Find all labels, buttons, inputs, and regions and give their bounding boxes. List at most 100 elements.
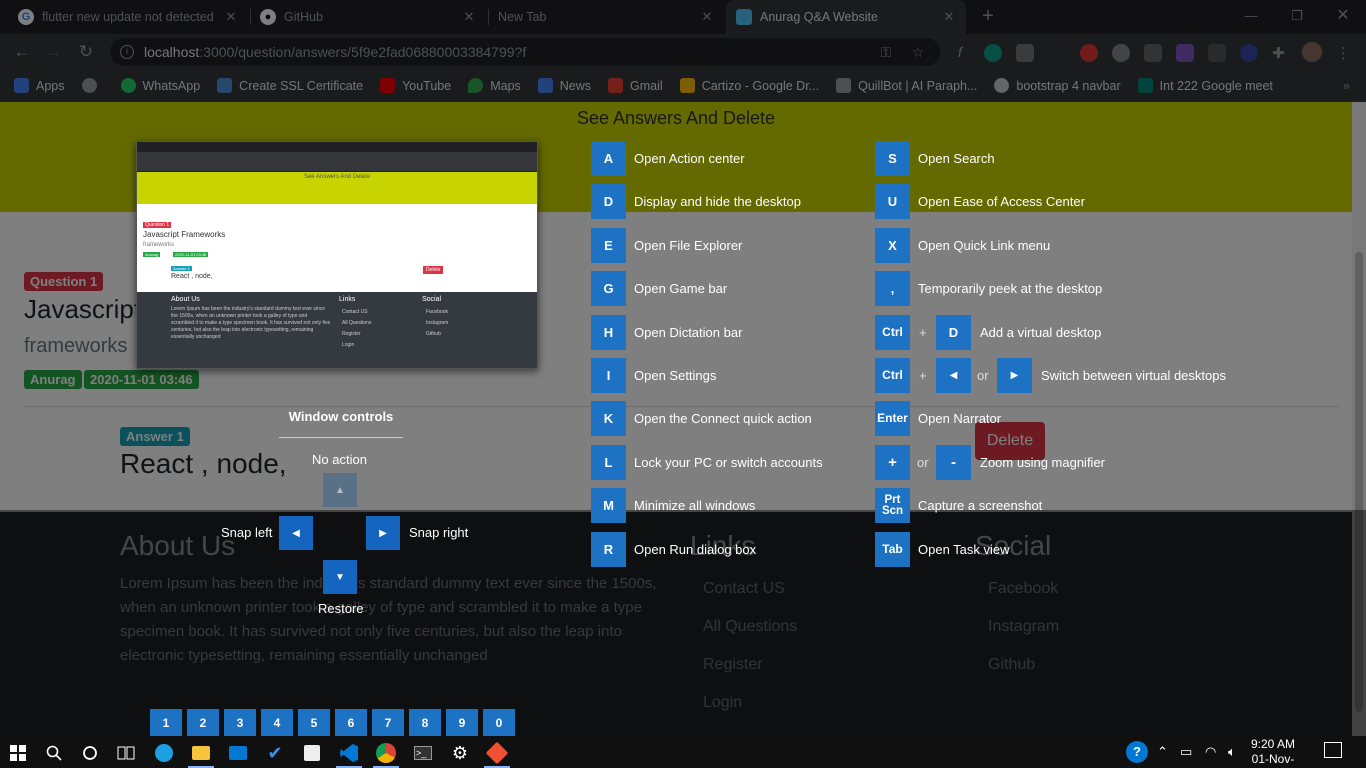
shortcut-key: D	[591, 184, 626, 219]
store-icon[interactable]	[299, 740, 325, 766]
minus-key: -	[936, 445, 971, 480]
or-label: or	[917, 455, 929, 470]
shortcut-description: Open Action center	[634, 151, 745, 166]
edge-icon[interactable]	[151, 740, 177, 766]
shortcut-key: I	[591, 358, 626, 393]
ctrl-key: Ctrl	[875, 358, 910, 393]
number-key-2: 2	[187, 709, 219, 736]
shortcut-key: S	[875, 141, 910, 176]
mail-icon[interactable]	[225, 740, 251, 766]
settings-icon[interactable]: ⚙	[447, 740, 473, 766]
restore-label: Restore	[318, 601, 364, 616]
shortcut-key: G	[591, 271, 626, 306]
thumbnail-answer: React , node,	[171, 273, 213, 280]
number-key-0: 0	[483, 709, 515, 736]
shortcut-description: Display and hide the desktop	[634, 194, 801, 209]
snap-right-label: Snap right	[409, 525, 469, 540]
vscode-icon[interactable]	[336, 740, 362, 768]
shortcut-description: Open Run dialog box	[634, 542, 757, 557]
shortcut-description: Open Search	[918, 151, 995, 166]
shortcut-description: Open Narrator	[918, 411, 1002, 426]
number-key-4: 4	[261, 709, 293, 736]
shortcut-description: Minimize all windows	[634, 498, 756, 513]
number-key-9: 9	[446, 709, 478, 736]
volume-icon[interactable]: 🔈︎	[1228, 744, 1236, 760]
cortana-icon[interactable]	[77, 740, 103, 766]
chevron-up-icon[interactable]: ⌃	[1157, 744, 1168, 760]
shortcut-key: H	[591, 315, 626, 350]
thumbnail-about-text: Lorem Ipsum has been the industry's stan…	[171, 306, 331, 340]
tab-key: Tab	[875, 532, 910, 567]
thumbnail-link: Contact US	[342, 309, 368, 315]
window-controls-title: Window controls	[288, 409, 394, 424]
file-explorer-icon[interactable]	[188, 740, 214, 768]
shortcut-description: Add a virtual desktop	[980, 325, 1102, 340]
help-icon[interactable]: ?	[1126, 741, 1148, 763]
thumbnail-question-badge: Question 1	[143, 222, 172, 228]
thumbnail-about: About Us	[171, 296, 200, 303]
shortcut-key: M	[591, 488, 626, 523]
thumbnail-link: Login	[342, 342, 355, 348]
shortcut-description: Lock your PC or switch accounts	[634, 455, 823, 470]
notifications-icon[interactable]	[1324, 742, 1342, 758]
thumbnail-hero: See Answers And Delete	[137, 172, 537, 204]
arrow-down-key: ▼	[323, 560, 357, 594]
arrow-up-key: ▲	[323, 473, 357, 507]
number-key-8: 8	[409, 709, 441, 736]
window-thumbnail: See Answers And Delete Question 1 Javasc…	[136, 141, 538, 369]
shortcut-description: Zoom using magnifier	[980, 455, 1105, 470]
thumbnail-social-link: Github	[426, 331, 441, 337]
task-view-icon[interactable]	[113, 740, 139, 766]
battery-icon[interactable]: ▭	[1180, 744, 1192, 760]
thumbnail-tag: frameworks	[143, 242, 175, 248]
shortcut-description: Open the Connect quick action	[634, 411, 812, 426]
windows-start-icon[interactable]	[5, 740, 31, 766]
chrome-icon[interactable]	[373, 740, 399, 768]
plus-key: +	[875, 445, 910, 480]
shortcut-description: Open Game bar	[634, 281, 728, 296]
shortcut-description: Open Task view	[918, 542, 1010, 557]
number-key-6: 6	[335, 709, 367, 736]
shortcut-description: Open Ease of Access Center	[918, 194, 1085, 209]
thumbnail-social-link: Instagram	[426, 320, 449, 326]
number-key-3: 3	[224, 709, 256, 736]
shortcut-key: U	[875, 184, 910, 219]
clock-time: 9:20 AM	[1250, 737, 1296, 751]
shortcut-key: A	[591, 141, 626, 176]
number-key-1: 1	[150, 709, 182, 736]
shortcut-description: Switch between virtual desktops	[1041, 368, 1226, 383]
thumbnail-bookmarks	[137, 162, 537, 172]
number-key-7: 7	[372, 709, 404, 736]
thumbnail-social-link: Facebook	[426, 309, 448, 315]
shortcut-key: E	[591, 228, 626, 263]
terminal-icon[interactable]: >_	[410, 740, 436, 766]
git-icon[interactable]	[484, 740, 510, 768]
thumbnail-answer-badge: Answer 1	[171, 266, 192, 271]
arrow-right-key: ▶	[997, 358, 1032, 393]
number-key-5: 5	[298, 709, 330, 736]
thumbnail-toolbar	[137, 152, 537, 162]
snap-left-label: Snap left	[221, 525, 273, 540]
thumbnail-question-title: Javascript Frameworks	[143, 230, 226, 239]
arrow-left-key: ◀	[279, 516, 313, 550]
shortcut-description: Temporarily peek at the desktop	[918, 281, 1103, 296]
thumbnail-tabs	[137, 142, 537, 152]
shortcut-description: Open Settings	[634, 368, 717, 383]
shortcut-description: Capture a screenshot	[918, 498, 1043, 513]
search-icon[interactable]	[41, 740, 67, 766]
window-controls: Window controls No action ▲ Snap left ◀ …	[221, 400, 468, 620]
shortcut-description: Open Dictation bar	[634, 325, 743, 340]
thumbnail-delete: Delete	[423, 266, 444, 274]
shortcut-key: L	[591, 445, 626, 480]
plus-sign: +	[919, 325, 927, 340]
thumbnail-body: Question 1 Javascript Frameworks framewo…	[137, 204, 537, 292]
arrow-right-key: ▶	[366, 516, 400, 550]
wifi-icon[interactable]: ◠	[1205, 744, 1216, 760]
system-clock[interactable]: 9:20 AM 01-Nov-20	[1245, 737, 1301, 768]
shortcut-key: R	[591, 532, 626, 567]
thumbnail-link: All Questions	[342, 320, 372, 326]
shortcut-key: ,	[875, 271, 910, 306]
divider	[279, 437, 403, 438]
todo-icon[interactable]: ✔	[262, 740, 288, 766]
thumbnail-user: Anurag	[143, 252, 160, 257]
